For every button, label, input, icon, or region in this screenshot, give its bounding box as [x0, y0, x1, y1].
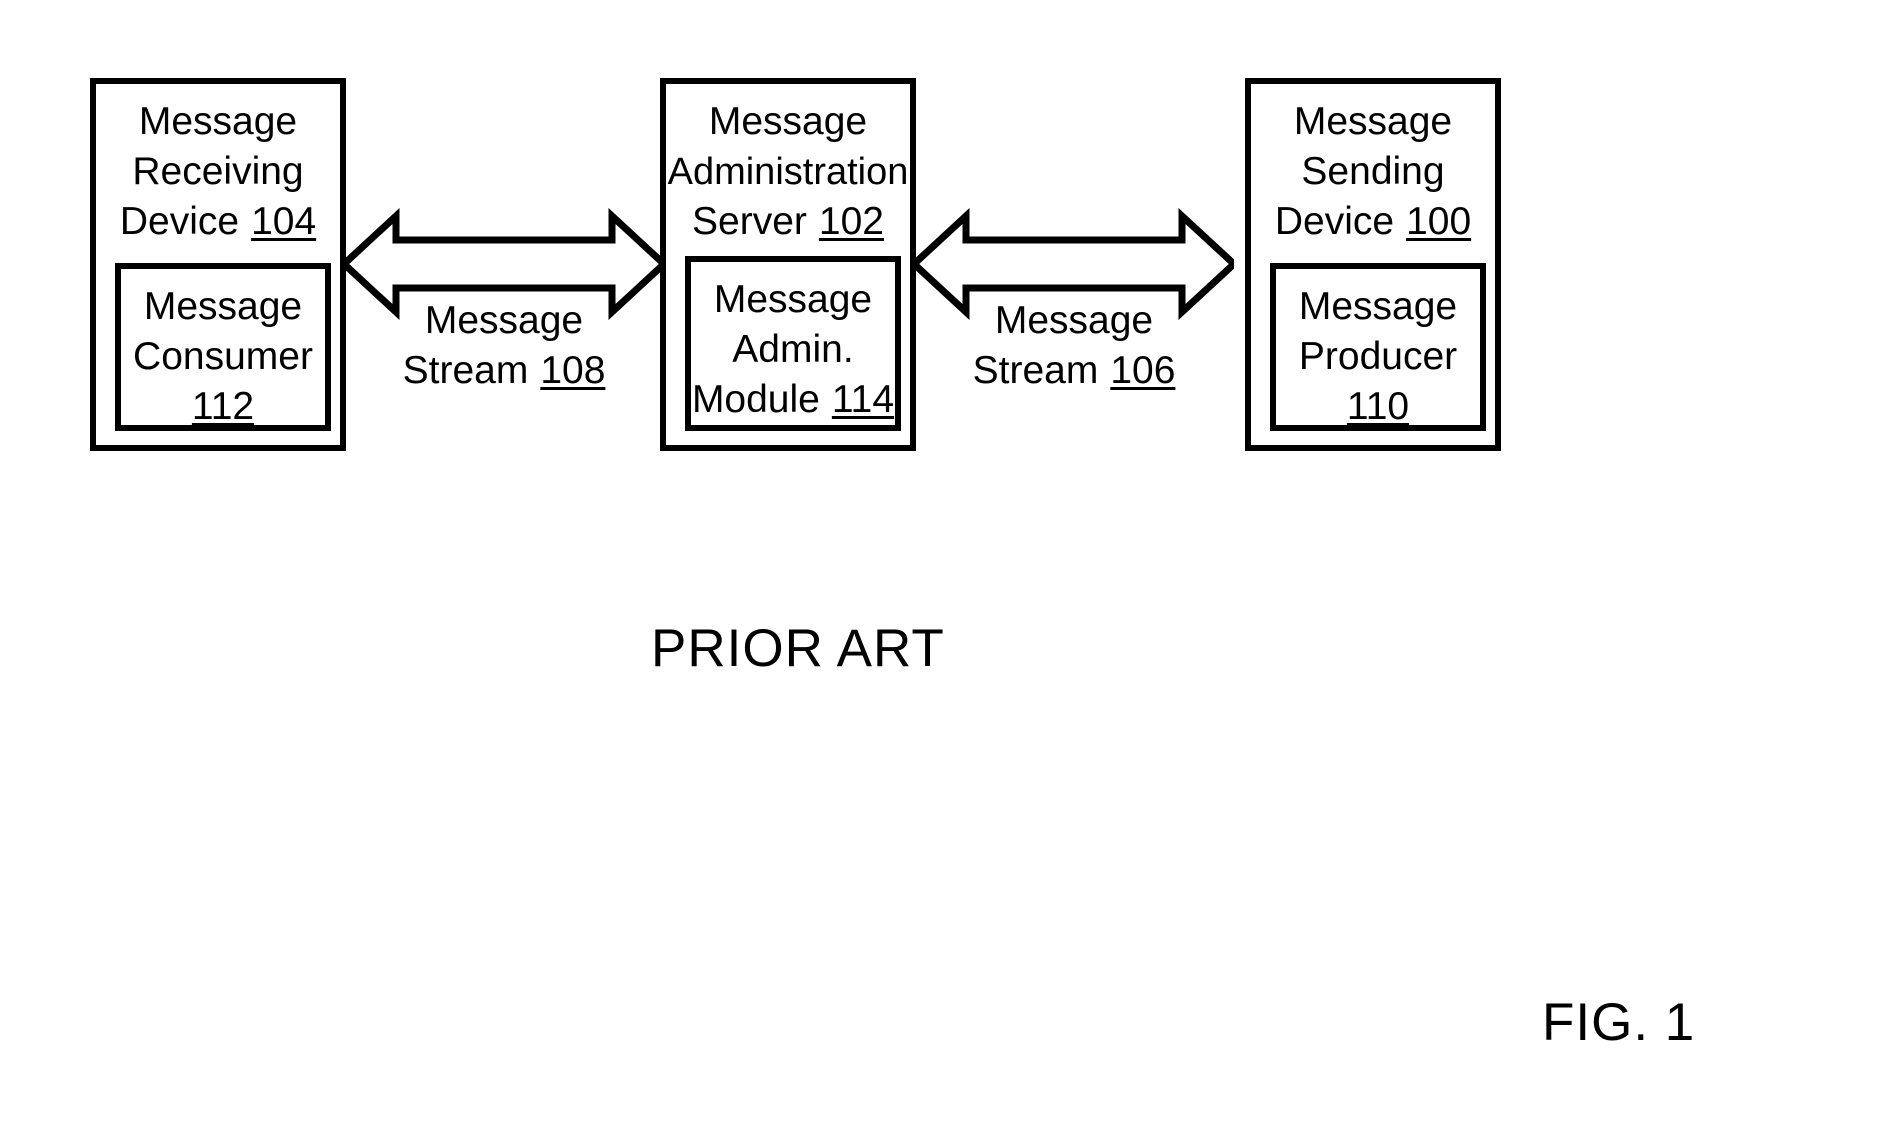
sending-device-title-line3-text: Device	[1274, 200, 1395, 243]
connector-message-stream-108-label: Message Stream 108	[374, 296, 634, 396]
message-producer-title: Message Producer 110	[1276, 282, 1480, 432]
node-message-receiving-device: Message Receiving Device 104 Message Cons…	[90, 78, 346, 451]
administration-server-title-line3: Server 102	[666, 197, 910, 247]
message-consumer-title: Message Consumer 112	[121, 282, 325, 432]
receiving-device-title: Message Receiving Device 104	[96, 97, 340, 247]
node-message-admin-module: Message Admin. Module 114	[685, 256, 901, 431]
stream-106-line1: Message	[994, 299, 1154, 342]
message-consumer-line1: Message	[143, 285, 303, 328]
message-admin-module-reference-numeral: 114	[831, 378, 895, 421]
receiving-device-reference-numeral: 104	[251, 200, 317, 243]
message-producer-line1: Message	[1298, 285, 1458, 328]
stream-108-line1: Message	[424, 299, 584, 342]
administration-server-title: Message Administration Server 102	[666, 97, 910, 247]
administration-server-title-line2: Administration	[667, 151, 909, 193]
stream-108-reference-numeral: 108	[540, 349, 606, 392]
receiving-device-title-line2: Receiving	[132, 150, 304, 193]
message-producer-line2: Producer	[1298, 335, 1458, 378]
receiving-device-title-line3: Device 104	[96, 197, 340, 247]
figure-number-caption: FIG. 1	[1542, 993, 1696, 1052]
receiving-device-title-line3-text: Device	[119, 200, 240, 243]
stream-106-line2: Stream 106	[944, 346, 1204, 396]
administration-server-title-line1: Message	[708, 100, 868, 143]
sending-device-title-line1: Message	[1293, 100, 1453, 143]
message-admin-module-line3-text: Module	[691, 378, 820, 421]
sending-device-reference-numeral: 100	[1406, 200, 1472, 243]
administration-server-title-line3-text: Server	[692, 200, 807, 243]
figure-canvas: Message Receiving Device 104 Message Cons…	[0, 0, 1877, 1148]
stream-106-line2-text: Stream	[972, 349, 1099, 392]
message-admin-module-title: Message Admin. Module 114	[691, 275, 895, 425]
message-admin-module-line3: Module 114	[691, 375, 895, 425]
sending-device-title-line3: Device 100	[1251, 197, 1495, 247]
message-producer-reference-numeral: 110	[1346, 385, 1410, 428]
prior-art-caption: PRIOR ART	[651, 619, 945, 678]
receiving-device-title-line1: Message	[138, 100, 298, 143]
administration-server-reference-numeral: 102	[818, 200, 884, 243]
message-admin-module-line1: Message	[713, 278, 873, 321]
node-message-administration-server: Message Administration Server 102 Message…	[660, 78, 916, 451]
node-message-consumer: Message Consumer 112	[115, 263, 331, 431]
message-admin-module-line2: Admin.	[732, 328, 854, 371]
stream-108-line2-text: Stream	[402, 349, 529, 392]
message-consumer-line2: Consumer	[133, 335, 313, 378]
stream-108-line2: Stream 108	[374, 346, 634, 396]
node-message-sending-device: Message Sending Device 100 Message Produc…	[1245, 78, 1501, 451]
sending-device-title: Message Sending Device 100	[1251, 97, 1495, 247]
stream-106-reference-numeral: 106	[1110, 349, 1176, 392]
sending-device-title-line2: Sending	[1301, 150, 1445, 193]
connector-message-stream-106-label: Message Stream 106	[944, 296, 1204, 396]
node-message-producer: Message Producer 110	[1270, 263, 1486, 431]
message-consumer-reference-numeral: 112	[191, 385, 255, 428]
